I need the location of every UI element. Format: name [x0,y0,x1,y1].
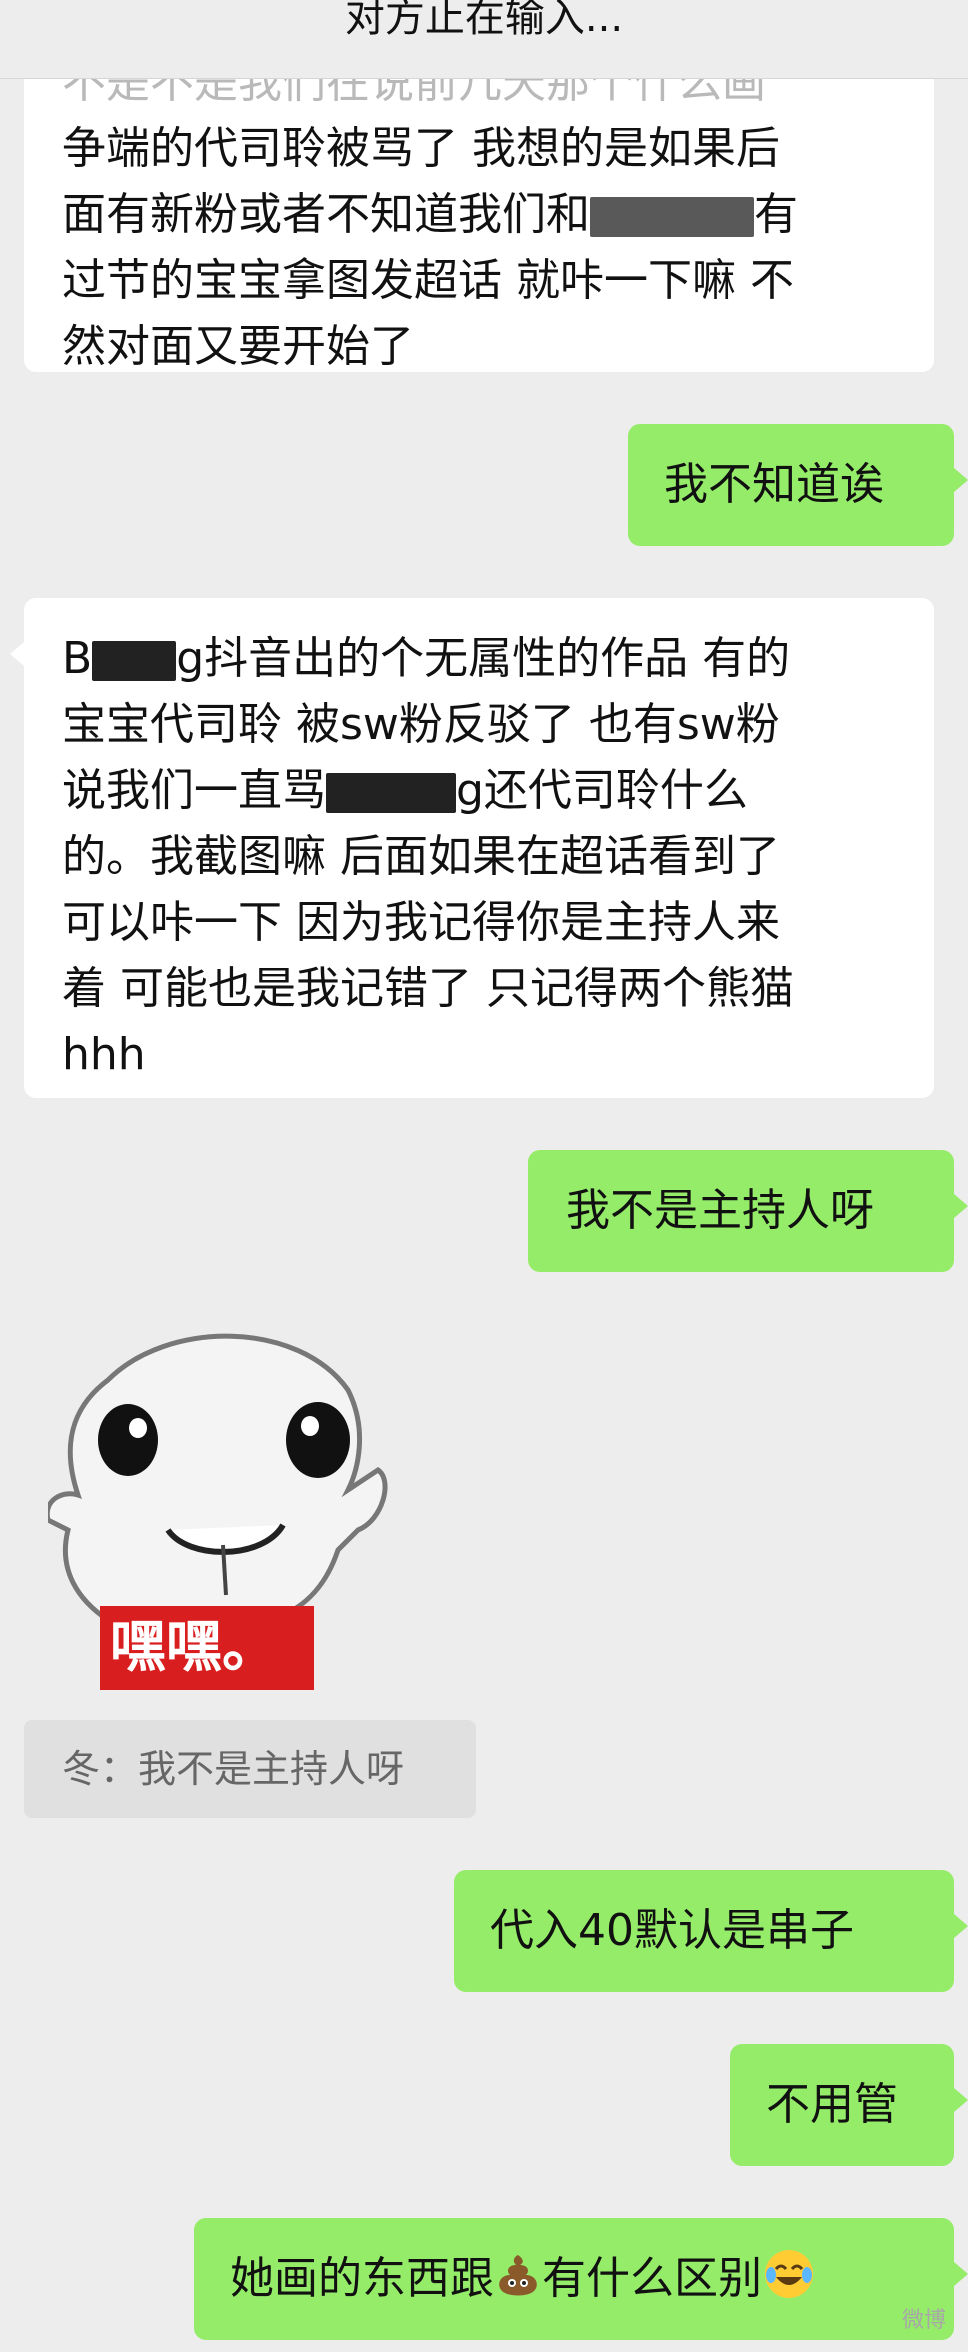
sent-message-3[interactable]: 代入40默认是串子 [454,1870,968,1992]
message-line: 的。我截图嘛 后面如果在超话看到了 [62,831,780,882]
message-line: hhh [62,1029,146,1080]
message-text: 代入40默认是串子 [490,1905,854,1956]
received-message-1[interactable]: 不是不是我们在说前几天那个什么画 争端的代司聆被骂了 我想的是如果后 面有新粉或… [24,40,934,372]
watermark: 微博 [901,2308,946,2333]
quoted-message[interactable]: 冬：我不是主持人呀 [24,1720,476,1818]
redacted-name [92,641,177,681]
message-line: 然对面又要开始了 [62,321,414,372]
redacted-name [590,197,754,237]
message-text: 不用管 [766,2079,898,2130]
redacted-name [326,773,456,813]
sticker-caption: 嘿嘿。 [100,1606,314,1690]
sent-message-5[interactable]: 她画的东西跟 有什么区别 [194,2218,968,2340]
message-text: 我不知道诶 [664,459,884,510]
message-line: 过节的宝宝拿图发超话 就咔一下嘛 不 [62,255,794,306]
sent-message-2[interactable]: 我不是主持人呀 [528,1150,968,1272]
received-message-2[interactable]: Bg抖音出的个无属性的作品 有的 宝宝代司聆 被sw粉反驳了 也有sw粉 说我们… [10,598,934,1098]
typing-status-title: 对方止在输入... [344,0,624,41]
message-line: Bg抖音出的个无属性的作品 有的 [62,633,791,684]
poop-emoji-icon [499,2255,537,2296]
message-line: 说我们一直骂 g还代司聆什么 [62,765,748,816]
message-line: 着 可能也是我记错了 只记得两个熊猫 [62,963,794,1014]
message-text: 我不是主持人呀 [566,1185,874,1236]
sent-message-1[interactable]: 我不知道诶 [628,424,968,546]
message-line: 宝宝代司聆 被sw粉反驳了 也有sw粉 [62,699,780,750]
message-text: 她画的东西跟 有什么区别 [230,2246,954,2312]
message-line: 面有新粉或者不知道我们和有 [62,189,798,240]
message-line: 争端的代司聆被骂了 我想的是如果后 [62,123,780,174]
chat-header: 对方止在输入... [0,0,968,79]
message-line: 可以咔一下 因为我记得你是主持人来 [62,897,780,948]
tears-of-joy-emoji-icon [765,2250,813,2298]
sent-message-4[interactable]: 不用管 [730,2044,968,2166]
